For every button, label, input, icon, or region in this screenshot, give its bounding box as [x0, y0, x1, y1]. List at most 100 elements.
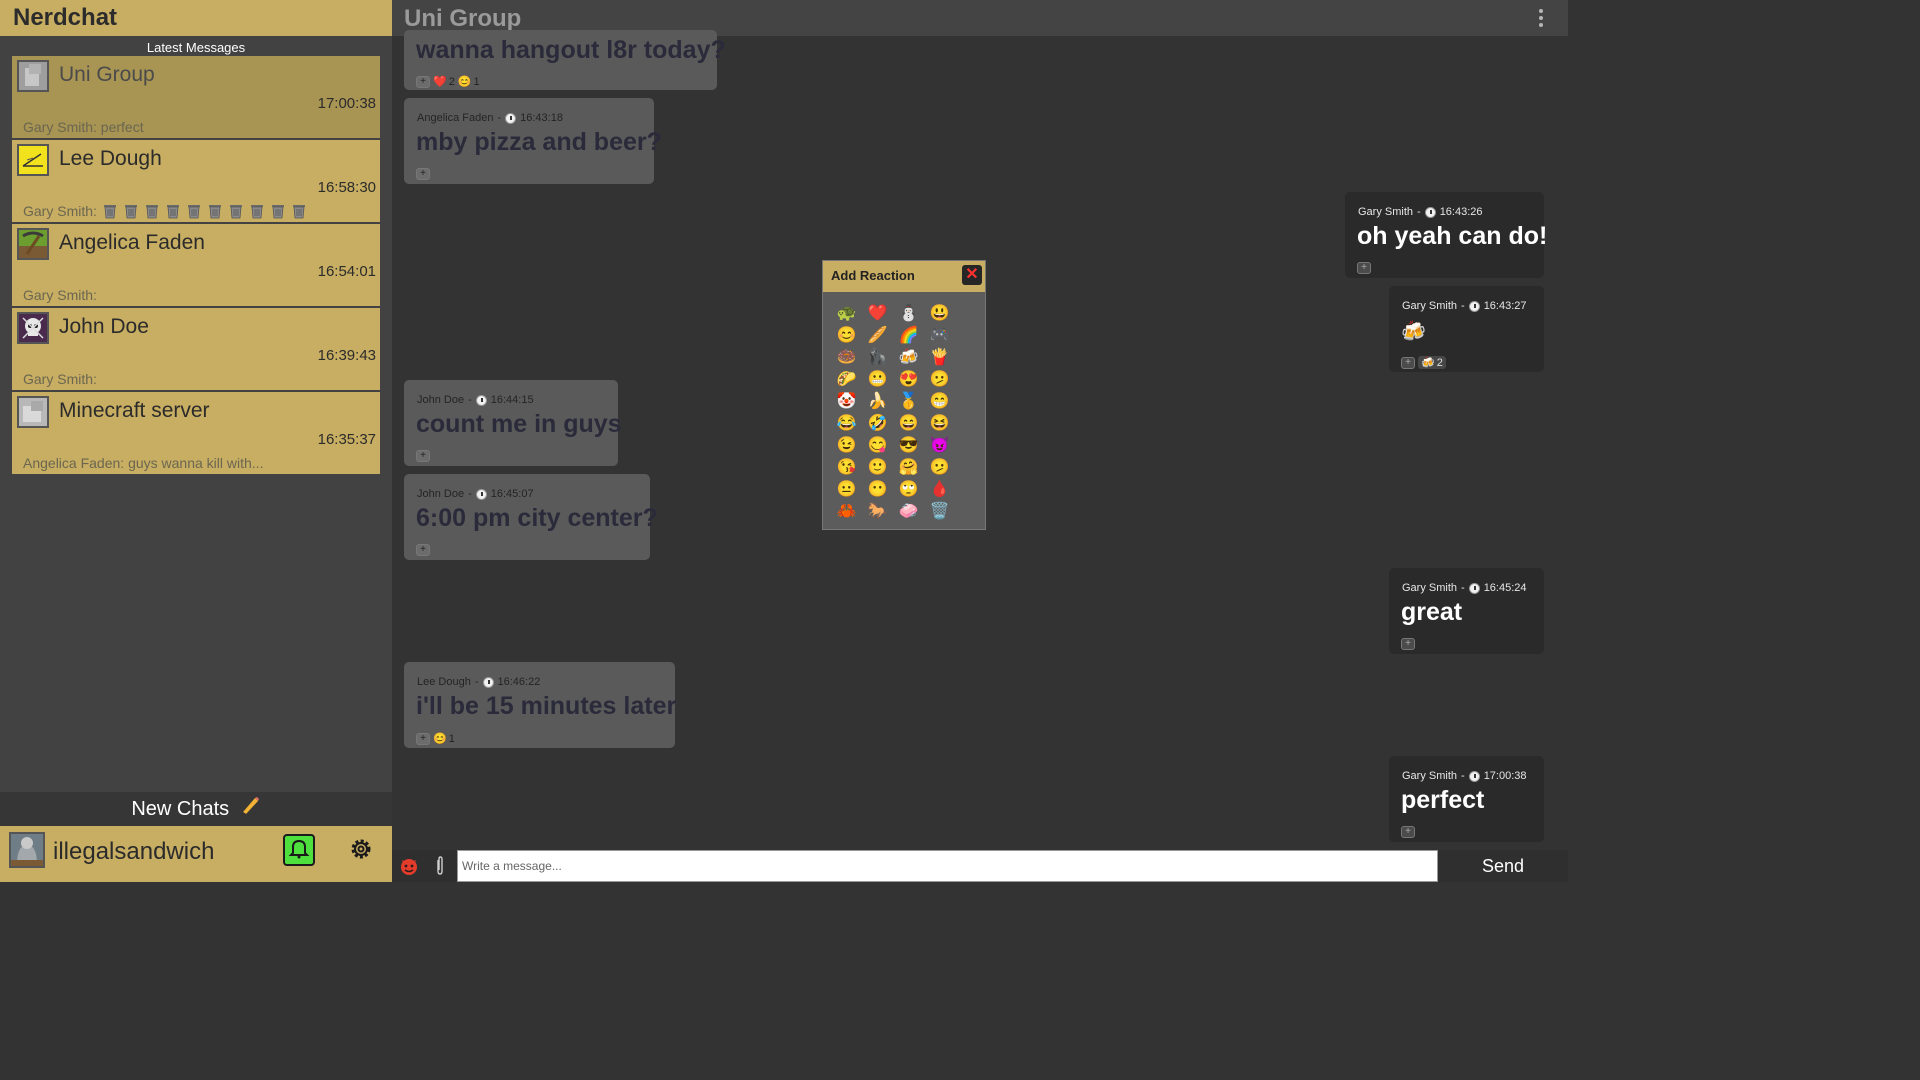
add-reaction-button[interactable]: + [416, 75, 430, 88]
emoji-option[interactable]: 😍 [893, 369, 924, 391]
add-reaction-button[interactable]: + [1401, 356, 1415, 369]
emoji-option[interactable]: 😁 [924, 391, 955, 413]
message-meta: Gary Smith - 17:00:38 [1402, 770, 1527, 782]
emoji-option[interactable]: ⛄ [893, 303, 924, 325]
emoji-option[interactable]: 😈 [924, 435, 955, 457]
emoji-option[interactable]: 🙄 [893, 479, 924, 501]
more-options-icon[interactable] [1538, 9, 1544, 29]
reaction-chip[interactable]: 😊 1 [433, 732, 455, 746]
reaction-chip[interactable]: 😊 1 [458, 75, 480, 89]
conversation-title: Uni Group [404, 5, 522, 32]
notifications-button[interactable] [283, 834, 315, 866]
trash-icon [123, 203, 139, 219]
emoji-option[interactable]: 🍟 [924, 347, 955, 369]
message-text: mby pizza and beer? [416, 128, 662, 156]
reaction-bar: + [416, 544, 430, 556]
emoji-option[interactable]: 😐 [831, 479, 862, 501]
reaction-bar: + [1401, 638, 1415, 650]
emoji-option[interactable]: 😎 [893, 435, 924, 457]
yellow-sketch-avatar-icon [17, 144, 49, 176]
emoji-option[interactable]: 🫤 [924, 457, 955, 479]
clock-icon [505, 112, 517, 124]
message-input[interactable] [457, 850, 1438, 882]
reaction-chip[interactable]: 🍻 2 [1418, 356, 1446, 369]
close-button[interactable]: ✕ [962, 265, 982, 285]
add-reaction-button[interactable]: + [416, 168, 430, 180]
emoji-option[interactable]: 😘 [831, 457, 862, 479]
emoji-option[interactable]: 🥖 [862, 325, 893, 347]
emoji-option[interactable]: 🧼 [893, 501, 924, 523]
emoji-option[interactable]: 🌮 [831, 369, 862, 391]
chat-time: 16:39:43 [317, 347, 376, 364]
message-meta: Gary Smith - 16:43:26 [1358, 206, 1483, 218]
chat-preview-text: Angelica Faden: guys wanna kill with... [23, 455, 264, 471]
emoji-option[interactable]: 😄 [893, 413, 924, 435]
chat-item-lee-dough[interactable]: Lee Dough 16:58:30 Gary Smith: [12, 140, 380, 222]
send-button[interactable]: Send [1438, 850, 1568, 882]
add-reaction-button[interactable]: + [1401, 826, 1415, 838]
emoji-option[interactable]: 🩸 [924, 479, 955, 501]
chat-item-angelica-faden[interactable]: Angelica Faden 16:54:01 Gary Smith: [12, 224, 380, 306]
trash-icon [207, 203, 223, 219]
user-bar: illegalsandwich [0, 826, 392, 882]
add-reaction-button[interactable]: + [1357, 262, 1371, 274]
emoji-option[interactable]: 😆 [924, 413, 955, 435]
emoji-option[interactable]: 🍩 [831, 347, 862, 369]
trash-icon [291, 203, 307, 219]
chat-time: 16:35:37 [317, 431, 376, 448]
add-reaction-button[interactable]: + [416, 544, 430, 556]
message-time: 16:44:15 [490, 394, 534, 406]
emoji-picker-button[interactable] [399, 856, 419, 876]
message-meta: Gary Smith - 16:43:27 [1402, 300, 1527, 312]
emoji-option[interactable]: 🙂 [862, 457, 893, 479]
emoji-option[interactable]: 🍌 [862, 391, 893, 413]
message-time: 16:45:24 [1483, 582, 1527, 594]
chat-time: 17:00:38 [317, 95, 376, 112]
emoji-option[interactable]: 🦀 [831, 501, 862, 523]
emoji-option[interactable]: 😬 [862, 369, 893, 391]
reaction-count: 1 [473, 75, 480, 88]
emoji-option[interactable]: 🌈 [893, 325, 924, 347]
message-meta: Angelica Faden - 16:43:18 [417, 112, 563, 124]
add-reaction-button[interactable]: + [416, 732, 430, 745]
message-sender: Gary Smith [1358, 206, 1414, 218]
emoji-option[interactable]: 🦍 [862, 347, 893, 369]
gray-avatar-icon [17, 396, 49, 428]
chat-item-uni-group[interactable]: Uni Group 17:00:38 Gary Smith: perfect [12, 56, 380, 138]
emoji-option[interactable]: 🤗 [893, 457, 924, 479]
emoji-option[interactable]: ❤️ [862, 303, 893, 325]
emoji-option[interactable]: 😊 [831, 325, 862, 347]
attach-button[interactable] [434, 856, 446, 876]
chat-item-john-doe[interactable]: John Doe 16:39:43 Gary Smith: [12, 308, 380, 390]
clock-icon [1468, 582, 1480, 594]
emoji-option[interactable]: 🫤 [924, 369, 955, 391]
emoji-option[interactable]: 🍻 [893, 347, 924, 369]
emoji-option[interactable]: 🐢 [831, 303, 862, 325]
emoji-option[interactable]: 😋 [862, 435, 893, 457]
emoji-option[interactable]: 😃 [924, 303, 955, 325]
clock-icon [1468, 770, 1480, 782]
emoji-option[interactable]: 🐎 [862, 501, 893, 523]
emoji-option[interactable]: 🎮 [924, 325, 955, 347]
reaction-chip[interactable]: ❤️ 2 [433, 75, 455, 89]
settings-button[interactable] [348, 836, 374, 862]
emoji-option[interactable]: 😉 [831, 435, 862, 457]
message-text: count me in guys [416, 410, 622, 438]
reaction-bar: + [1357, 262, 1371, 274]
add-reaction-popup: Add Reaction ✕ 🐢 ❤️ ⛄ 😃 😊 🥖 🌈 🎮 🍩 🦍 🍻 🍟 🌮 😬 😍 🫤 🤡 🍌 🥇 😁 😂 🤣 😄 😆… [822, 260, 986, 530]
message-bubble: Lee Dough - 16:46:22 i'll be 15 minutes l… [404, 662, 676, 748]
emoji-option[interactable]: 😶 [862, 479, 893, 501]
chat-item-minecraft-server[interactable]: Minecraft server 16:35:37 Angelica Faden… [12, 392, 380, 474]
emoji-option[interactable]: 🤡 [831, 391, 862, 413]
emoji-option[interactable]: 🤣 [862, 413, 893, 435]
emoji-option[interactable]: 🗑️ [924, 501, 955, 523]
message-meta: John Doe - 16:45:07 [417, 488, 534, 500]
new-chats-button[interactable]: New Chats [0, 792, 392, 826]
user-avatar[interactable] [9, 832, 45, 868]
chat-preview: Gary Smith: [23, 287, 97, 303]
emoji-option[interactable]: 🥇 [893, 391, 924, 413]
message-meta: Gary Smith - 16:45:24 [1402, 582, 1527, 594]
add-reaction-button[interactable]: + [416, 450, 430, 462]
add-reaction-button[interactable]: + [1401, 638, 1415, 650]
emoji-option[interactable]: 😂 [831, 413, 862, 435]
